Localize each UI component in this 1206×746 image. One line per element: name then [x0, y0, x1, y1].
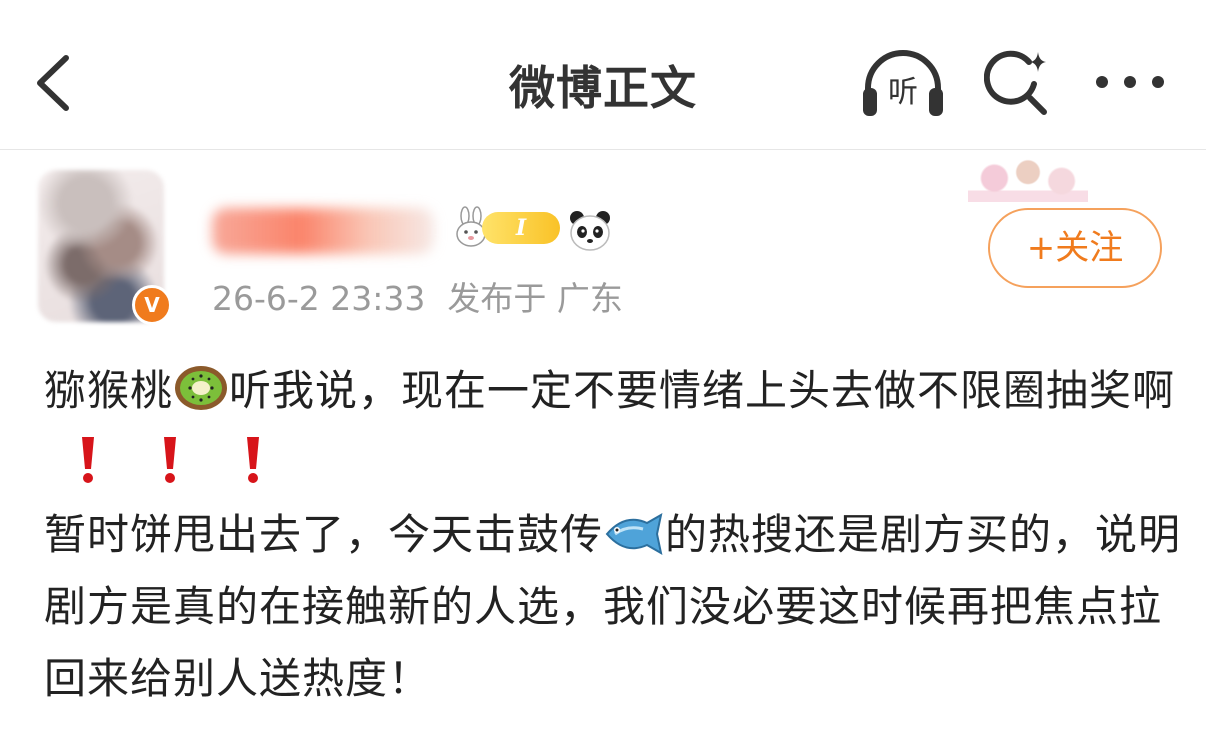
exclamation-emoji	[164, 437, 177, 483]
level-badge: I	[482, 212, 560, 244]
post-paragraph-2: 暂时饼甩出去了，今天击鼓传 的热搜还是剧方买的，说明剧方是真的在接触新的人选，我…	[44, 499, 1184, 715]
exclamation-emoji-group	[62, 437, 279, 487]
post-location: 发布于 广东	[447, 279, 623, 318]
author-name-blurred[interactable]	[212, 208, 434, 254]
exclamation-emoji	[246, 437, 259, 483]
fish-emoji	[605, 513, 663, 555]
kiwi-emoji	[175, 366, 228, 410]
post-paragraph-1: 猕猴桃 听我说，现在一定不要情绪上头去做不限圈抽奖啊	[44, 355, 1184, 499]
headphones-listen-icon: 听	[863, 50, 943, 116]
exclamation-emoji	[82, 437, 94, 483]
paragraph-2-text-a: 暂时饼甩出去了，今天击鼓传	[44, 510, 604, 559]
post-content: 猕猴桃 听我说，现在一定不要情绪上头去做不限圈抽奖啊 暂时饼甩出去了，今天击鼓传…	[44, 355, 1184, 715]
top-navbar: 微博正文 听	[0, 0, 1206, 150]
listen-label: 听	[888, 75, 918, 110]
post-timestamp: 26-6-2 23:33	[212, 279, 426, 318]
follow-button[interactable]: +关注	[988, 208, 1162, 288]
more-dots-icon	[1096, 76, 1164, 88]
panda-icon	[570, 211, 610, 251]
search-button[interactable]	[983, 48, 1050, 116]
text-kiwi: 猕猴桃	[44, 366, 174, 415]
verified-badge: V	[132, 285, 172, 325]
post-meta: 26-6-2 23:33 发布于 广东	[212, 272, 623, 320]
more-button[interactable]	[1094, 68, 1166, 96]
search-sparkle-icon	[983, 50, 1047, 115]
listen-button[interactable]: 听	[860, 48, 946, 118]
paragraph-1-text: 听我说，现在一定不要情绪上头去做不限圈抽奖啊	[229, 366, 1176, 415]
